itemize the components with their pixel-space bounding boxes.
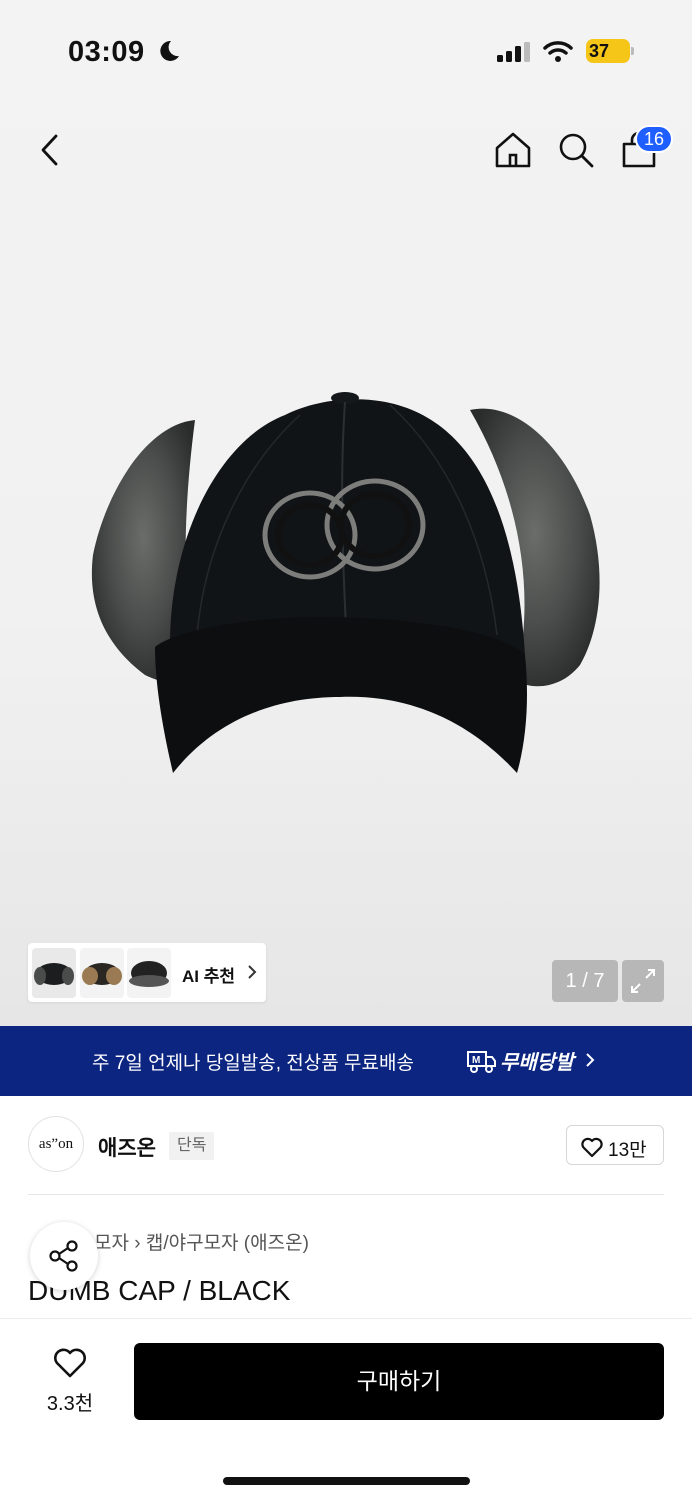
thumbnail-3[interactable] [127, 948, 171, 998]
battery-percent: 37 [589, 41, 610, 61]
banner-brand: 무배당발 [500, 1052, 574, 1074]
delivery-truck-icon: M [466, 1048, 496, 1074]
image-counter: 1 / 7 [552, 960, 618, 1002]
share-icon [49, 1240, 78, 1272]
cart-count-badge: 16 [635, 125, 674, 153]
ai-recommend-label[interactable]: AI 추천 [182, 962, 235, 987]
expand-icon[interactable] [622, 960, 664, 1002]
heart-icon [54, 1348, 86, 1378]
heart-icon [580, 1136, 604, 1163]
status-time: 03:09 [68, 36, 145, 68]
breadcrumb-text[interactable]: 모자 › 캡/야구모자 (애즈온) [94, 1233, 309, 1254]
exclusive-badge: 단독 [169, 1132, 215, 1160]
thumbnail-2[interactable] [80, 948, 124, 998]
brand-like-button[interactable]: 13만 [566, 1125, 664, 1165]
brand-name[interactable]: 애즈온 [98, 1132, 156, 1162]
banner-text: 주 7일 언제나 당일발송, 전상품 무료배송 [92, 1053, 414, 1074]
battery-icon: 37 [586, 39, 634, 63]
bottom-action-bar: 3.3천 구매하기 [0, 1318, 692, 1500]
wishlist-count: 3.3천 [46, 1393, 94, 1415]
chevron-right-icon [247, 964, 257, 985]
top-nav [0, 120, 692, 180]
wifi-icon [543, 40, 573, 67]
shipping-banner[interactable]: 주 7일 언제나 당일발송, 전상품 무료배송 M 무배당발 [0, 1026, 692, 1096]
divider [28, 1194, 664, 1195]
home-icon[interactable] [493, 130, 533, 170]
signal-icon [497, 42, 531, 67]
status-bar: 03:09 37 [0, 30, 692, 74]
buy-button[interactable]: 구매하기 [134, 1343, 664, 1420]
brand-like-count: 13만 [608, 1140, 647, 1161]
back-icon[interactable] [34, 130, 70, 170]
home-indicator [223, 1477, 470, 1485]
thumbnail-1[interactable] [32, 948, 76, 998]
product-image[interactable] [85, 385, 610, 785]
search-icon[interactable] [556, 130, 596, 170]
moon-icon [157, 39, 181, 68]
brand-logo[interactable]: as”on [28, 1116, 84, 1172]
brand-row: as”on 애즈온 단독 13만 [0, 1096, 692, 1196]
wishlist-button[interactable]: 3.3천 [28, 1347, 112, 1417]
thumbnail-strip[interactable]: AI 추천 [28, 943, 266, 1002]
chevron-right-icon [585, 1052, 595, 1073]
svg-text:M: M [472, 1055, 480, 1066]
share-button[interactable] [30, 1222, 98, 1290]
